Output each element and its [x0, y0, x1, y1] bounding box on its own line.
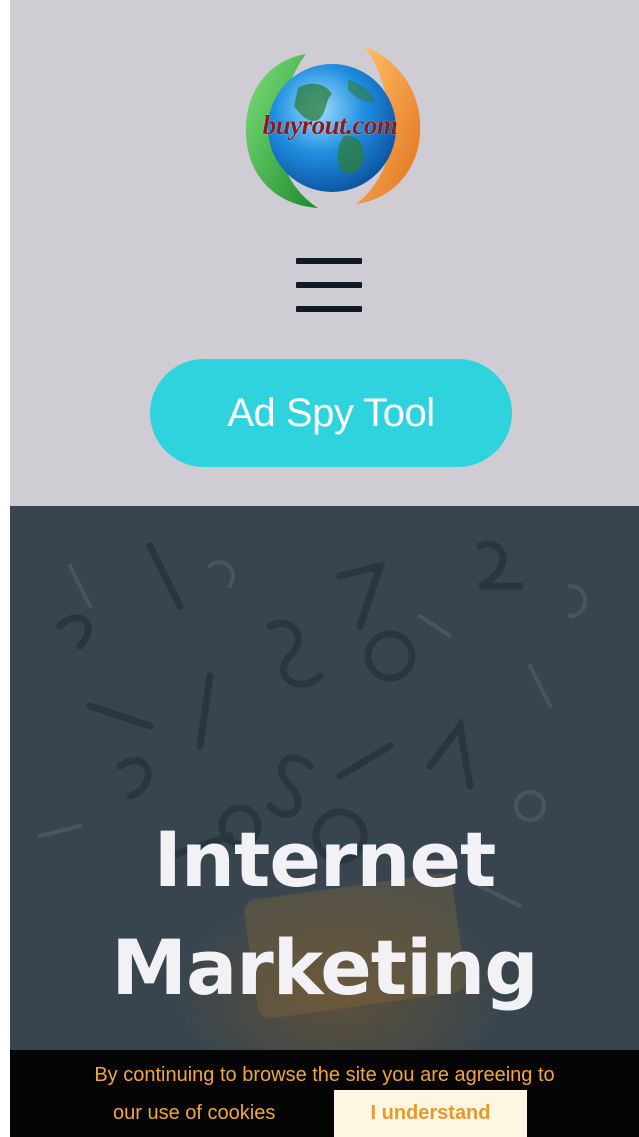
menu-bar-middle [296, 282, 362, 288]
hamburger-menu-icon[interactable] [296, 258, 362, 312]
menu-bar-top [296, 258, 362, 264]
ad-spy-tool-button[interactable]: Ad Spy Tool [150, 359, 512, 467]
site-logo[interactable]: buyrout.com [228, 40, 432, 212]
logo-wordmark: buyrout.com [262, 110, 398, 140]
cookie-message-line1: By continuing to browse the site you are… [94, 1064, 555, 1086]
cookie-message-line2: our use of cookies [113, 1102, 276, 1124]
hero-section: Internet Marketing [10, 506, 639, 1137]
hero-title-line2: Marketing [111, 923, 538, 1012]
cookie-consent-bar: By continuing to browse the site you are… [10, 1050, 639, 1137]
menu-bar-bottom [296, 306, 362, 312]
cookie-accept-button[interactable]: I understand [334, 1090, 527, 1137]
site-header: buyrout.com Ad Spy Tool [10, 0, 639, 506]
hero-title-line1: Internet [153, 815, 497, 904]
page-viewport: buyrout.com Ad Spy Tool Internet Marketi… [10, 0, 639, 1137]
hero-title: Internet Marketing [10, 806, 639, 1022]
